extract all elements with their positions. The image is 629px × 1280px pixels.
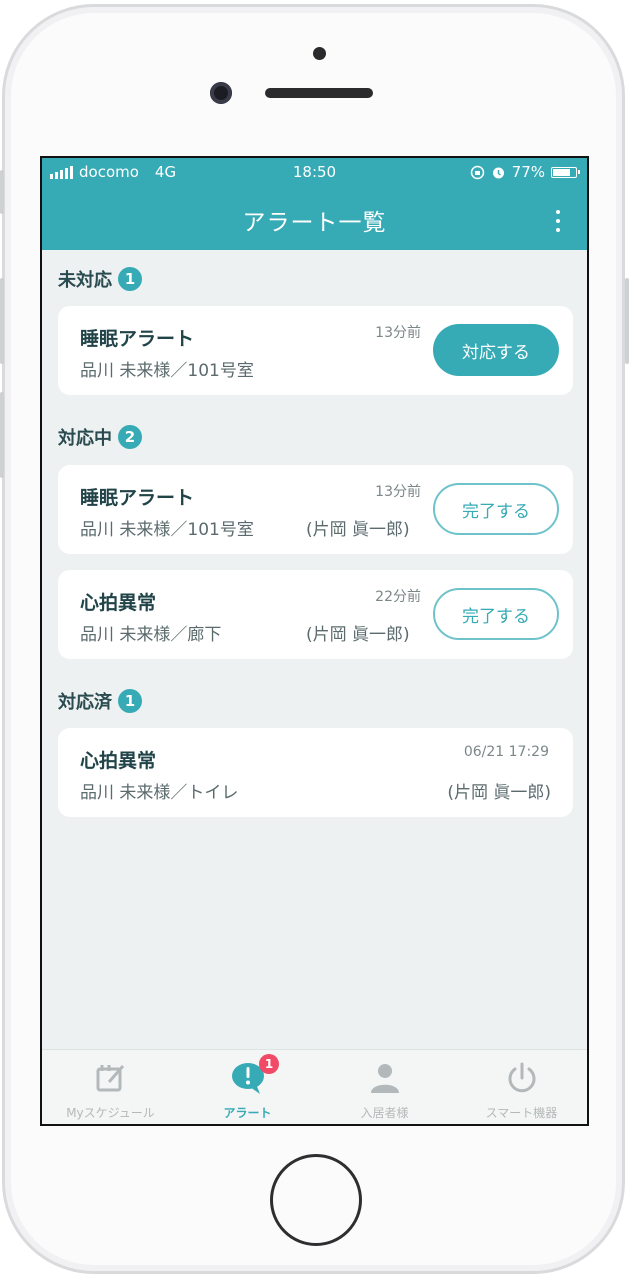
proximity-sensor bbox=[313, 47, 326, 60]
tab-alert[interactable]: 1 アラート bbox=[179, 1050, 316, 1124]
section-header-unhandled: 未対応 1 bbox=[58, 266, 142, 292]
front-camera bbox=[210, 82, 232, 104]
orientation-lock-icon bbox=[470, 165, 484, 179]
alert-staff: (片岡 眞一郎) bbox=[447, 783, 551, 803]
alarm-icon bbox=[492, 167, 504, 178]
earpiece-speaker bbox=[265, 88, 373, 98]
home-button[interactable] bbox=[270, 1154, 362, 1246]
alert-title: 心拍異常 bbox=[80, 592, 157, 614]
section-title: 対応中 bbox=[58, 428, 112, 449]
alert-list: 未対応 1 睡眠アラート 品川 未来様／101号室 13分前 対応する 対応中 … bbox=[42, 250, 587, 1050]
alert-time: 22分前 bbox=[375, 589, 421, 605]
respond-button[interactable]: 対応する bbox=[433, 324, 559, 376]
alert-staff: (片岡 眞一郎) bbox=[306, 625, 410, 645]
person-icon bbox=[370, 1064, 399, 1093]
schedule-edit-icon bbox=[96, 1065, 124, 1092]
section-title: 対応済 bbox=[58, 692, 112, 713]
navigation-bar: アラート一覧 bbox=[42, 186, 587, 250]
tab-smart-devices[interactable]: スマート機器 bbox=[453, 1050, 587, 1124]
status-bar: docomo 4G 18:50 77% bbox=[42, 158, 587, 186]
section-header-in-progress: 対応中 2 bbox=[58, 424, 142, 450]
alert-resident: 品川 未来様／廊下 bbox=[80, 625, 222, 645]
alert-title: 睡眠アラート bbox=[80, 487, 195, 509]
alert-title: 心拍異常 bbox=[80, 750, 157, 772]
mute-switch bbox=[0, 170, 4, 214]
tab-residents[interactable]: 入居者様 bbox=[316, 1050, 453, 1124]
section-count-badge: 1 bbox=[118, 267, 142, 291]
alert-card[interactable]: 心拍異常 品川 未来様／トイレ 06/21 17:29 (片岡 眞一郎) bbox=[58, 728, 573, 817]
tab-label: Myスケジュール bbox=[66, 1106, 155, 1120]
alert-card[interactable]: 睡眠アラート 品川 未来様／101号室 (片岡 眞一郎) 13分前 完了する bbox=[58, 465, 573, 554]
alert-card[interactable]: 心拍異常 品川 未来様／廊下 (片岡 眞一郎) 22分前 完了する bbox=[58, 570, 573, 659]
complete-button[interactable]: 完了する bbox=[433, 483, 559, 535]
section-count-badge: 2 bbox=[118, 425, 142, 449]
alert-card[interactable]: 睡眠アラート 品川 未来様／101号室 13分前 対応する bbox=[58, 306, 573, 395]
volume-up-button bbox=[0, 278, 4, 364]
more-menu-icon[interactable] bbox=[555, 210, 561, 232]
power-button bbox=[625, 278, 629, 364]
alert-resident: 品川 未来様／101号室 bbox=[80, 520, 254, 540]
alert-time: 13分前 bbox=[375, 484, 421, 500]
power-icon bbox=[508, 1062, 535, 1093]
tab-label: 入居者様 bbox=[360, 1106, 409, 1120]
alert-staff: (片岡 眞一郎) bbox=[306, 520, 410, 540]
alert-time: 13分前 bbox=[375, 325, 421, 341]
alert-resident: 品川 未来様／トイレ bbox=[80, 783, 239, 803]
app-screen: docomo 4G 18:50 77% アラート一覧 未対応 1 睡眠アラート … bbox=[40, 156, 589, 1126]
tab-notification-badge: 1 bbox=[259, 1054, 279, 1074]
volume-down-button bbox=[0, 392, 4, 478]
battery-icon bbox=[551, 166, 580, 178]
page-title: アラート一覧 bbox=[242, 210, 387, 236]
alert-time: 06/21 17:29 bbox=[463, 744, 549, 760]
alert-title: 睡眠アラート bbox=[80, 328, 195, 350]
tab-label: アラート bbox=[223, 1106, 272, 1120]
tab-my-schedule[interactable]: Myスケジュール bbox=[42, 1050, 179, 1124]
section-header-handled: 対応済 1 bbox=[58, 688, 142, 714]
section-count-badge: 1 bbox=[118, 689, 142, 713]
alert-resident: 品川 未来様／101号室 bbox=[80, 361, 254, 381]
tab-bar: Myスケジュール 1 アラート 入居者様 スマート機器 bbox=[42, 1049, 587, 1124]
tab-label: スマート機器 bbox=[485, 1106, 558, 1120]
section-title: 未対応 bbox=[58, 270, 112, 291]
battery-percent: 77% bbox=[511, 163, 545, 181]
complete-button[interactable]: 完了する bbox=[433, 588, 559, 640]
